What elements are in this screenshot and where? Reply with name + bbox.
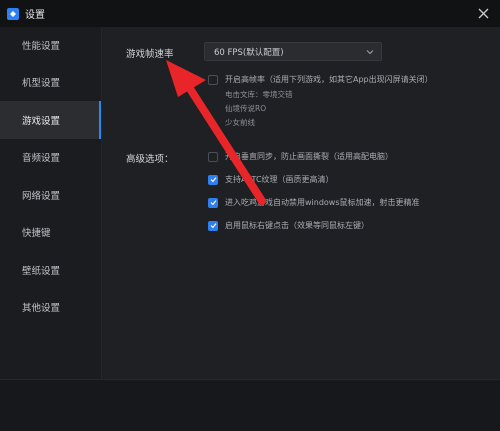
sidebar-item-wallpaper[interactable]: 壁纸设置 [0,251,101,289]
sidebar-item-performance[interactable]: 性能设置 [0,26,101,64]
sidebar-item-label: 网络设置 [22,190,61,202]
astc-label: 支持ASTC纹理（画质更高清） [225,175,334,184]
sidebar-item-shortcuts[interactable]: 快捷键 [0,214,101,252]
sidebar-item-other[interactable]: 其他设置 [0,289,101,327]
sidebar-item-label: 音频设置 [22,153,61,165]
check-icon [210,200,216,206]
frame-rate-label: 游戏帧速率 [126,49,174,60]
vsync-label: 开启垂直同步，防止画面撕裂（适用高配电脑） [225,152,393,161]
high-fps-game-2: 仙境传说RO [225,104,267,113]
right-click-option[interactable]: 启用鼠标右键点击（效果等同鼠标左键） [208,220,369,231]
high-fps-label: 开启高帧率（适用下列游戏，如其它App出现闪屏请关闭） [225,75,433,84]
high-fps-game-3: 少女前线 [225,118,255,127]
right-click-checkbox[interactable] [208,220,218,231]
check-icon [210,223,216,229]
close-icon[interactable] [477,7,490,20]
sidebar-item-label: 快捷键 [22,228,51,240]
frame-rate-value: 60 FPS(默认配置) [214,47,284,58]
title-bar: 设置 [0,0,500,27]
window-title: 设置 [25,10,45,21]
mouse-accel-option[interactable]: 进入吃鸡游戏自动禁用windows鼠标加速，射击更精准 [208,197,420,208]
astc-checkbox[interactable] [208,174,218,185]
sidebar-item-label: 游戏设置 [22,115,61,127]
high-fps-game-1: 电击文库：零境交错 [225,90,293,99]
sidebar-item-device[interactable]: 机型设置 [0,64,101,102]
sidebar-item-audio[interactable]: 音频设置 [0,139,101,177]
sidebar-item-game[interactable]: 游戏设置 [0,101,101,139]
sidebar-item-label: 性能设置 [22,40,61,52]
sidebar-item-network[interactable]: 网络设置 [0,176,101,214]
vsync-option[interactable]: 开启垂直同步，防止画面撕裂（适用高配电脑） [208,151,393,162]
astc-option[interactable]: 支持ASTC纹理（画质更高清） [208,174,334,185]
vsync-checkbox[interactable] [208,151,218,162]
chevron-down-icon [366,50,374,55]
check-icon [210,177,216,183]
footer-bar [0,379,500,431]
sidebar-item-label: 壁纸设置 [22,265,61,277]
mouse-accel-checkbox[interactable] [208,197,218,208]
settings-sidebar: 性能设置 机型设置 游戏设置 音频设置 网络设置 快捷键 壁纸设置 其他设置 [0,27,101,379]
advanced-options-label: 高级选项： [126,154,174,165]
right-click-label: 启用鼠标右键点击（效果等同鼠标左键） [225,221,369,230]
mouse-accel-label: 进入吃鸡游戏自动禁用windows鼠标加速，射击更精准 [225,198,420,207]
frame-rate-select[interactable]: 60 FPS(默认配置) [204,42,382,61]
high-fps-checkbox[interactable] [208,74,218,85]
high-fps-option[interactable]: 开启高帧率（适用下列游戏，如其它App出现闪屏请关闭） [208,74,433,85]
sidebar-item-label: 机型设置 [22,78,61,90]
sidebar-item-label: 其他设置 [22,303,61,315]
app-logo-icon [7,7,19,20]
